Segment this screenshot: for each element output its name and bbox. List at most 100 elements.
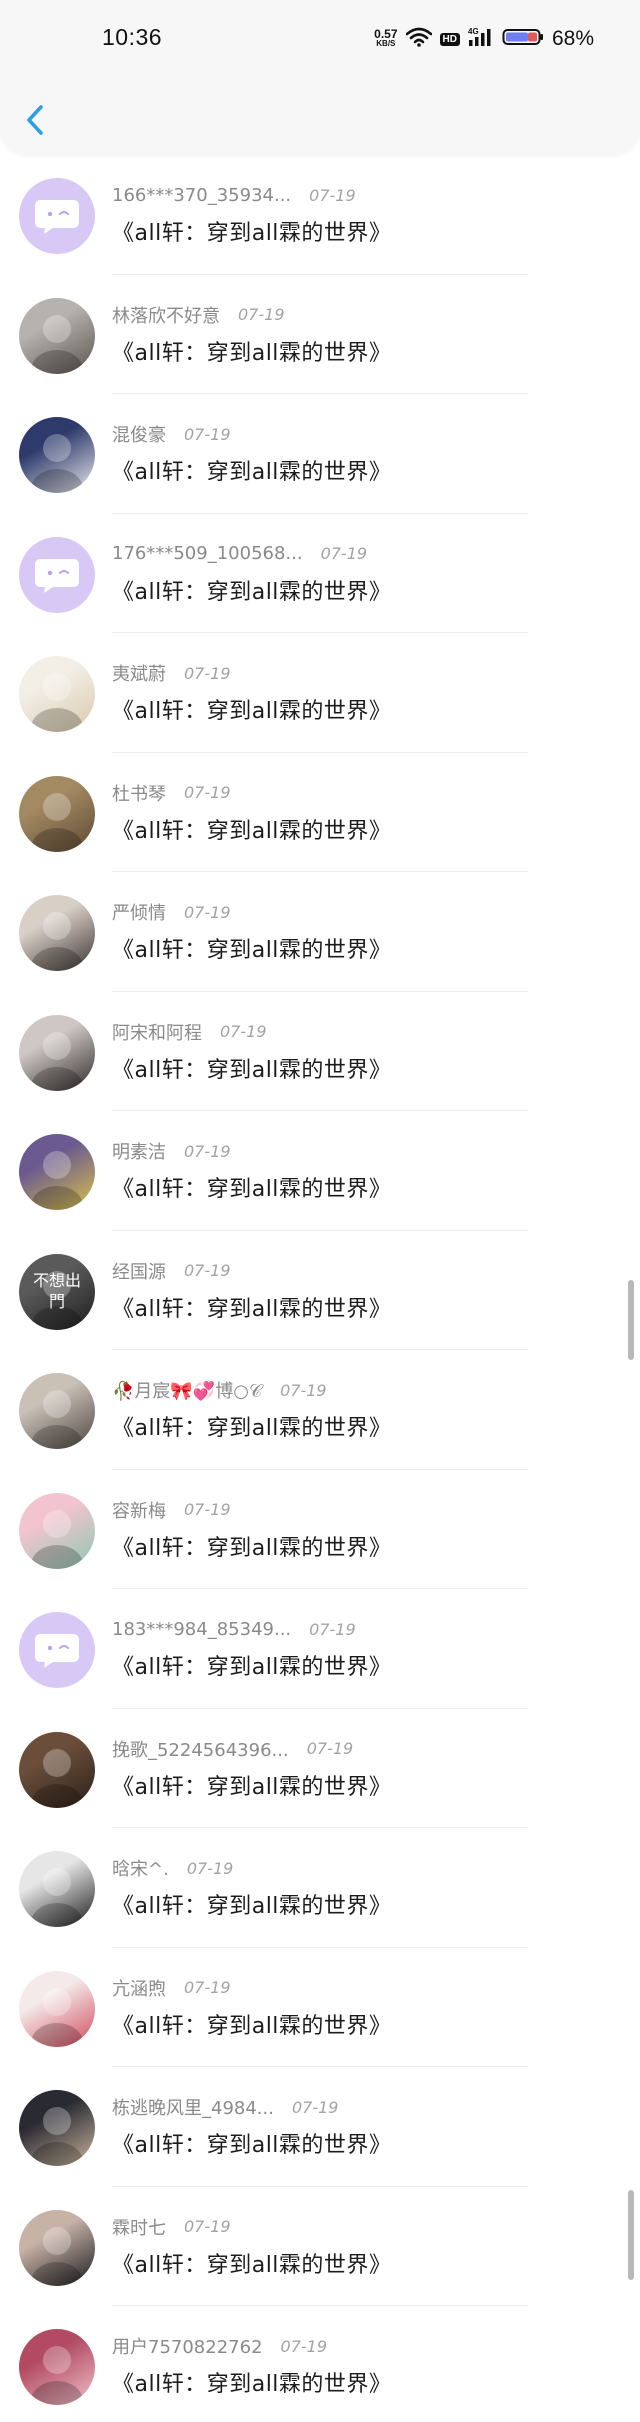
user-nickname[interactable]: 严倾情 — [112, 899, 166, 925]
list-item[interactable]: 明素洁 07-19 《all轩：穿到all霖的世界》 — [0, 1111, 640, 1231]
avatar-photo — [31, 434, 83, 493]
list-item[interactable]: 挽歌_5224564396... 07-19 《all轩：穿到all霖的世界》 — [0, 1709, 640, 1828]
avatar[interactable] — [19, 1851, 95, 1927]
list-item[interactable]: 严倾情 07-19 《all轩：穿到all霖的世界》 — [0, 872, 640, 992]
avatar[interactable] — [19, 775, 95, 852]
message-text: 《all轩：穿到all霖的世界》 — [112, 1057, 392, 1083]
user-nickname[interactable]: 杜书琴 — [112, 780, 166, 806]
name-line: 经国源 07-19 — [112, 1258, 231, 1284]
list-item[interactable]: 166***370_35934... 07-19 《all轩：穿到all霖的世界》 — [0, 155, 640, 275]
timestamp: 07-19 — [184, 1500, 231, 1519]
name-line: 亢涵煦 07-19 — [112, 1975, 231, 2001]
scrollbar-thumb[interactable] — [628, 1280, 634, 1360]
avatar-photo — [31, 1151, 83, 1210]
name-line: 用户7570822762 07-19 — [112, 2333, 327, 2359]
avatar[interactable] — [19, 1492, 95, 1569]
avatar[interactable] — [19, 2090, 95, 2166]
message-text: 《all轩：穿到all霖的世界》 — [112, 2252, 392, 2278]
battery-percent: 68% — [551, 27, 594, 50]
timestamp: 07-19 — [184, 1978, 231, 1997]
user-nickname[interactable]: 亢涵煦 — [112, 1975, 166, 2001]
avatar[interactable] — [19, 1373, 95, 1449]
user-nickname[interactable]: 容新梅 — [112, 1497, 166, 1523]
user-nickname[interactable]: 夷斌蔚 — [112, 660, 166, 686]
avatar-photo — [31, 1509, 83, 1569]
name-line: 挽歌_5224564396... 07-19 — [112, 1736, 353, 1762]
user-nickname[interactable]: 🥀月宸🎀💞博○𝒞 — [112, 1377, 262, 1403]
list-item[interactable]: 林落欣不好意 07-19 《all轩：穿到all霖的世界》 — [0, 275, 640, 394]
list-item[interactable]: 不想出門 经国源 07-19 《all轩：穿到all霖的世界》 — [0, 1231, 640, 1350]
user-nickname[interactable]: 晗宋^. — [112, 1855, 169, 1881]
message-text: 《all轩：穿到all霖的世界》 — [112, 1655, 392, 1680]
top-bar: 10:36 0.57 KB/S HD 4G 68% — [0, 0, 640, 155]
avatar[interactable] — [19, 2329, 95, 2405]
list-item[interactable]: 亢涵煦 07-19 《all轩：穿到all霖的世界》 — [0, 1948, 640, 2067]
name-line: 阿宋和阿程 07-19 — [112, 1019, 267, 1045]
chat-bubble-icon — [35, 200, 79, 234]
back-button[interactable] — [18, 100, 52, 140]
avatar[interactable] — [19, 1612, 95, 1688]
list-item[interactable]: 🥀月宸🎀💞博○𝒞 07-19 《all轩：穿到all霖的世界》 — [0, 1350, 640, 1470]
list-item[interactable]: 夷斌蔚 07-19 《all轩：穿到all霖的世界》 — [0, 633, 640, 753]
list-item[interactable]: 栋逃晚风里_4984... 07-19 《all轩：穿到all霖的世界》 — [0, 2067, 640, 2187]
user-nickname[interactable]: 明素洁 — [112, 1138, 166, 1164]
name-line: 容新梅 07-19 — [112, 1497, 231, 1523]
user-nickname[interactable]: 经国源 — [112, 1258, 166, 1284]
message-text: 《all轩：穿到all霖的世界》 — [112, 1177, 392, 1202]
avatar[interactable] — [19, 1970, 95, 2047]
avatar[interactable] — [19, 536, 95, 613]
avatar-photo — [31, 1748, 83, 1808]
user-nickname[interactable]: 183***984_85349... — [112, 1619, 291, 1640]
status-icons: 0.57 KB/S HD 4G 68% — [374, 24, 594, 54]
avatar[interactable] — [19, 656, 95, 732]
user-nickname[interactable]: 混俊豪 — [112, 421, 166, 447]
message-text: 《all轩：穿到all霖的世界》 — [112, 2372, 392, 2397]
list-item[interactable]: 霖时七 07-19 《all轩：穿到all霖的世界》 — [0, 2187, 640, 2306]
avatar-photo — [31, 1390, 83, 1449]
timestamp: 07-19 — [184, 1261, 231, 1280]
user-nickname[interactable]: 林落欣不好意 — [112, 302, 220, 328]
user-nickname[interactable]: 霖时七 — [112, 2214, 166, 2240]
avatar[interactable] — [19, 895, 95, 971]
message-text: 《all轩：穿到all霖的世界》 — [112, 340, 392, 366]
list-item[interactable]: 混俊豪 07-19 《all轩：穿到all霖的世界》 — [0, 394, 640, 514]
message-text: 《all轩：穿到all霖的世界》 — [112, 1894, 392, 1919]
avatar[interactable] — [19, 178, 95, 254]
timestamp: 07-19 — [238, 305, 285, 324]
user-nickname[interactable]: 用户7570822762 — [112, 2333, 263, 2359]
list-item[interactable]: 杜书琴 07-19 《all轩：穿到all霖的世界》 — [0, 753, 640, 872]
list-item[interactable]: 容新梅 07-19 《all轩：穿到all霖的世界》 — [0, 1470, 640, 1589]
user-nickname[interactable]: 栋逃晚风里_4984... — [112, 2094, 274, 2120]
avatar[interactable] — [19, 297, 95, 374]
message-text: 《all轩：穿到all霖的世界》 — [112, 1296, 392, 1322]
avatar-photo — [31, 314, 83, 374]
list-item[interactable]: 183***984_85349... 07-19 《all轩：穿到all霖的世界》 — [0, 1589, 640, 1709]
avatar-photo — [31, 2107, 83, 2166]
user-nickname[interactable]: 176***509_100568... — [112, 543, 303, 564]
user-nickname[interactable]: 挽歌_5224564396... — [112, 1736, 289, 1762]
avatar[interactable] — [19, 417, 95, 493]
user-nickname[interactable]: 166***370_35934... — [112, 185, 291, 206]
list-item[interactable]: 阿宋和阿程 07-19 《all轩：穿到all霖的世界》 — [0, 992, 640, 1111]
avatar[interactable] — [19, 2209, 95, 2286]
avatar[interactable]: 不想出門 — [19, 1253, 95, 1330]
timestamp: 07-19 — [320, 544, 368, 563]
list-item[interactable]: 用户7570822762 07-19 《all轩：穿到all霖的世界》 — [0, 2306, 640, 2422]
avatar[interactable] — [19, 1014, 95, 1091]
name-line: 林落欣不好意 07-19 — [112, 302, 285, 328]
avatar[interactable] — [19, 1731, 95, 1808]
list-item[interactable]: 176***509_100568... 07-19 《all轩：穿到all霖的世界》 — [0, 514, 640, 633]
message-text: 《all轩：穿到all霖的世界》 — [112, 1774, 392, 1800]
timestamp: 07-19 — [306, 1739, 354, 1758]
timestamp: 07-19 — [184, 2217, 231, 2236]
avatar[interactable] — [19, 1134, 95, 1210]
chat-bubble-icon — [35, 1634, 79, 1668]
scrollbar-thumb[interactable] — [628, 2190, 634, 2280]
timestamp: 07-19 — [280, 1380, 327, 1400]
message-text: 《all轩：穿到all霖的世界》 — [112, 818, 392, 844]
cellular-signal-icon: 4G — [468, 26, 494, 52]
avatar-photo — [31, 1987, 83, 2047]
list-item[interactable]: 晗宋^. 07-19 《all轩：穿到all霖的世界》 — [0, 1828, 640, 1948]
message-text: 《all轩：穿到all霖的世界》 — [112, 2013, 392, 2039]
user-nickname[interactable]: 阿宋和阿程 — [112, 1019, 202, 1045]
